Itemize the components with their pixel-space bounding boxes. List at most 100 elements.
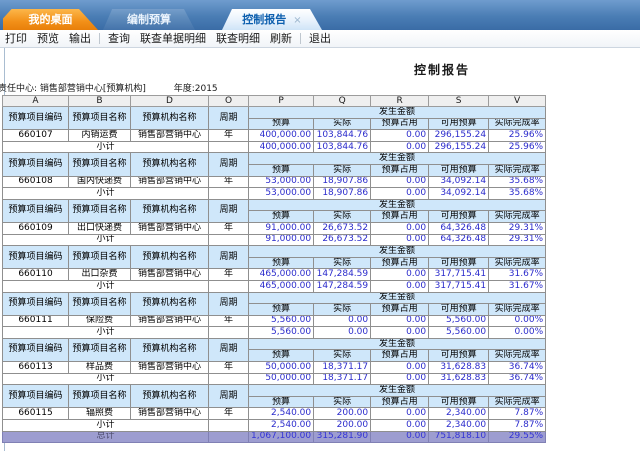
budget-cell[interactable]: 53,000.00 bbox=[249, 176, 314, 188]
period-cell[interactable]: 年 bbox=[209, 130, 249, 142]
subtotal-label-cell[interactable]: 小计 bbox=[3, 234, 209, 246]
subtotal-occupied-cell[interactable]: 0.00 bbox=[371, 420, 429, 432]
org-name-cell[interactable]: 销售部营销中心 bbox=[131, 269, 209, 281]
subtotal-budget-cell[interactable]: 5,560.00 bbox=[249, 327, 314, 339]
total-occupied-cell[interactable]: 0.00 bbox=[371, 431, 429, 443]
completion-cell[interactable]: 31.67% bbox=[489, 269, 546, 281]
subtotal-completion-cell[interactable]: 31.67% bbox=[489, 280, 546, 292]
budget-item-code-cell[interactable]: 660109 bbox=[3, 222, 69, 234]
subtotal-occupied-cell[interactable]: 0.00 bbox=[371, 327, 429, 339]
subtotal-label-cell[interactable]: 小计 bbox=[3, 420, 209, 432]
subtotal-budget-cell[interactable]: 50,000.00 bbox=[249, 373, 314, 385]
subtotal-label-cell[interactable]: 小计 bbox=[3, 280, 209, 292]
subtotal-available-cell[interactable]: 64,326.48 bbox=[429, 234, 489, 246]
budget-item-code-cell[interactable]: 660115 bbox=[3, 408, 69, 420]
period-cell[interactable] bbox=[209, 141, 249, 153]
subtotal-completion-cell[interactable]: 25.96% bbox=[489, 141, 546, 153]
subtotal-available-cell[interactable]: 317,715.41 bbox=[429, 280, 489, 292]
preview-button[interactable]: 预览 bbox=[32, 30, 64, 47]
period-cell[interactable]: 年 bbox=[209, 269, 249, 281]
subtotal-completion-cell[interactable]: 35.68% bbox=[489, 188, 546, 200]
total-budget-cell[interactable]: 1,067,100.00 bbox=[249, 431, 314, 443]
link-doc-detail-button[interactable]: 联查单据明细 bbox=[135, 30, 211, 47]
occupied-cell[interactable]: 0.00 bbox=[371, 362, 429, 374]
subtotal-completion-cell[interactable]: 0.00% bbox=[489, 327, 546, 339]
subtotal-available-cell[interactable]: 31,628.83 bbox=[429, 373, 489, 385]
period-cell[interactable]: 年 bbox=[209, 176, 249, 188]
actual-cell[interactable]: 147,284.59 bbox=[314, 269, 371, 281]
occupied-cell[interactable]: 0.00 bbox=[371, 222, 429, 234]
period-cell[interactable] bbox=[209, 327, 249, 339]
refresh-button[interactable]: 刷新 bbox=[265, 30, 297, 47]
available-cell[interactable]: 317,715.41 bbox=[429, 269, 489, 281]
subtotal-completion-cell[interactable]: 36.74% bbox=[489, 373, 546, 385]
budget-cell[interactable]: 465,000.00 bbox=[249, 269, 314, 281]
budget-item-name-cell[interactable]: 样品费 bbox=[69, 362, 131, 374]
subtotal-available-cell[interactable]: 5,560.00 bbox=[429, 327, 489, 339]
subtotal-occupied-cell[interactable]: 0.00 bbox=[371, 188, 429, 200]
actual-cell[interactable]: 0.00 bbox=[314, 315, 371, 327]
query-button[interactable]: 查询 bbox=[103, 30, 135, 47]
subtotal-actual-cell[interactable]: 103,844.76 bbox=[314, 141, 371, 153]
subtotal-label-cell[interactable]: 小计 bbox=[3, 188, 209, 200]
period-cell[interactable] bbox=[209, 373, 249, 385]
period-cell[interactable]: 年 bbox=[209, 362, 249, 374]
subtotal-occupied-cell[interactable]: 0.00 bbox=[371, 234, 429, 246]
subtotal-label-cell[interactable]: 小计 bbox=[3, 327, 209, 339]
total-actual-cell[interactable]: 315,281.90 bbox=[314, 431, 371, 443]
budget-item-name-cell[interactable]: 内销运费 bbox=[69, 130, 131, 142]
subtotal-completion-cell[interactable]: 29.31% bbox=[489, 234, 546, 246]
print-button[interactable]: 打印 bbox=[0, 30, 32, 47]
subtotal-occupied-cell[interactable]: 0.00 bbox=[371, 373, 429, 385]
subtotal-actual-cell[interactable]: 147,284.59 bbox=[314, 280, 371, 292]
total-available-cell[interactable]: 751,818.10 bbox=[429, 431, 489, 443]
budget-cell[interactable]: 5,560.00 bbox=[249, 315, 314, 327]
completion-cell[interactable]: 35.68% bbox=[489, 176, 546, 188]
budget-item-code-cell[interactable]: 660110 bbox=[3, 269, 69, 281]
subtotal-label-cell[interactable]: 小计 bbox=[3, 141, 209, 153]
occupied-cell[interactable]: 0.00 bbox=[371, 176, 429, 188]
period-cell[interactable] bbox=[209, 188, 249, 200]
subtotal-available-cell[interactable]: 34,092.14 bbox=[429, 188, 489, 200]
org-name-cell[interactable]: 销售部营销中心 bbox=[131, 130, 209, 142]
budget-item-code-cell[interactable]: 660113 bbox=[3, 362, 69, 374]
actual-cell[interactable]: 103,844.76 bbox=[314, 130, 371, 142]
subtotal-budget-cell[interactable]: 400,000.00 bbox=[249, 141, 314, 153]
budget-item-name-cell[interactable]: 保险费 bbox=[69, 315, 131, 327]
available-cell[interactable]: 31,628.83 bbox=[429, 362, 489, 374]
budget-cell[interactable]: 50,000.00 bbox=[249, 362, 314, 374]
tab-budget-edit[interactable]: 编制预算 bbox=[103, 9, 195, 30]
budget-item-name-cell[interactable]: 出口杂费 bbox=[69, 269, 131, 281]
org-name-cell[interactable]: 销售部营销中心 bbox=[131, 315, 209, 327]
subtotal-budget-cell[interactable]: 91,000.00 bbox=[249, 234, 314, 246]
budget-cell[interactable]: 91,000.00 bbox=[249, 222, 314, 234]
completion-cell[interactable]: 29.31% bbox=[489, 222, 546, 234]
subtotal-actual-cell[interactable]: 26,673.52 bbox=[314, 234, 371, 246]
total-label-cell[interactable]: 总计 bbox=[3, 431, 209, 443]
close-icon[interactable]: × bbox=[293, 15, 301, 26]
subtotal-label-cell[interactable]: 小计 bbox=[3, 373, 209, 385]
org-name-cell[interactable]: 销售部营销中心 bbox=[131, 362, 209, 374]
org-name-cell[interactable]: 销售部营销中心 bbox=[131, 408, 209, 420]
period-cell[interactable] bbox=[209, 234, 249, 246]
period-cell[interactable]: 年 bbox=[209, 408, 249, 420]
budget-item-code-cell[interactable]: 660111 bbox=[3, 315, 69, 327]
period-cell[interactable] bbox=[209, 420, 249, 432]
budget-item-name-cell[interactable]: 辐照费 bbox=[69, 408, 131, 420]
subtotal-occupied-cell[interactable]: 0.00 bbox=[371, 141, 429, 153]
actual-cell[interactable]: 18,907.86 bbox=[314, 176, 371, 188]
completion-cell[interactable]: 36.74% bbox=[489, 362, 546, 374]
occupied-cell[interactable]: 0.00 bbox=[371, 130, 429, 142]
subtotal-completion-cell[interactable]: 7.87% bbox=[489, 420, 546, 432]
period-cell[interactable] bbox=[209, 431, 249, 443]
available-cell[interactable]: 2,340.00 bbox=[429, 408, 489, 420]
available-cell[interactable]: 34,092.14 bbox=[429, 176, 489, 188]
subtotal-budget-cell[interactable]: 2,540.00 bbox=[249, 420, 314, 432]
output-button[interactable]: 输出 bbox=[64, 30, 96, 47]
completion-cell[interactable]: 0.00% bbox=[489, 315, 546, 327]
tab-my-desktop[interactable]: 我的桌面 bbox=[3, 9, 98, 30]
tab-control-report[interactable]: 控制报告× bbox=[222, 9, 322, 30]
budget-cell[interactable]: 400,000.00 bbox=[249, 130, 314, 142]
subtotal-occupied-cell[interactable]: 0.00 bbox=[371, 280, 429, 292]
org-name-cell[interactable]: 销售部营销中心 bbox=[131, 176, 209, 188]
